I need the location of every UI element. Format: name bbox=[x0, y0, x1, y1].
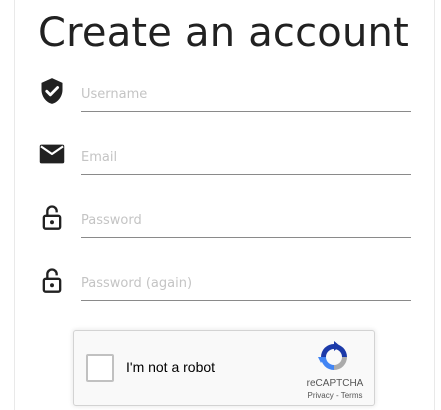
recaptcha-label: I'm not a robot bbox=[126, 359, 216, 375]
links-separator: - bbox=[333, 391, 341, 400]
password-input[interactable] bbox=[81, 203, 411, 238]
password-again-input[interactable] bbox=[81, 266, 411, 301]
password-again-field-row bbox=[38, 266, 411, 316]
username-field-row bbox=[38, 77, 411, 127]
page-title: Create an account bbox=[38, 10, 409, 56]
panel-left-border bbox=[14, 0, 15, 410]
unlock-icon bbox=[38, 203, 66, 231]
email-input[interactable] bbox=[81, 140, 411, 175]
envelope-icon bbox=[38, 140, 66, 168]
signup-page: Create an account Username Email I'm not… bbox=[0, 0, 441, 410]
privacy-link[interactable]: Privacy bbox=[308, 391, 334, 400]
email-field-row bbox=[38, 140, 411, 190]
recaptcha-brand: reCAPTCHA bbox=[306, 378, 364, 389]
password-field-row bbox=[38, 203, 411, 253]
username-input[interactable] bbox=[81, 77, 411, 112]
panel-right-border bbox=[434, 0, 435, 410]
recaptcha-checkbox[interactable] bbox=[86, 354, 114, 382]
unlock-icon bbox=[38, 266, 66, 294]
shield-check-icon bbox=[38, 77, 66, 105]
recaptcha-logo-icon bbox=[318, 341, 350, 373]
recaptcha-links: Privacy - Terms bbox=[296, 391, 374, 400]
recaptcha-widget: I'm not a robot reCAPTCHA Privacy - Term… bbox=[73, 330, 375, 406]
terms-link[interactable]: Terms bbox=[341, 391, 363, 400]
